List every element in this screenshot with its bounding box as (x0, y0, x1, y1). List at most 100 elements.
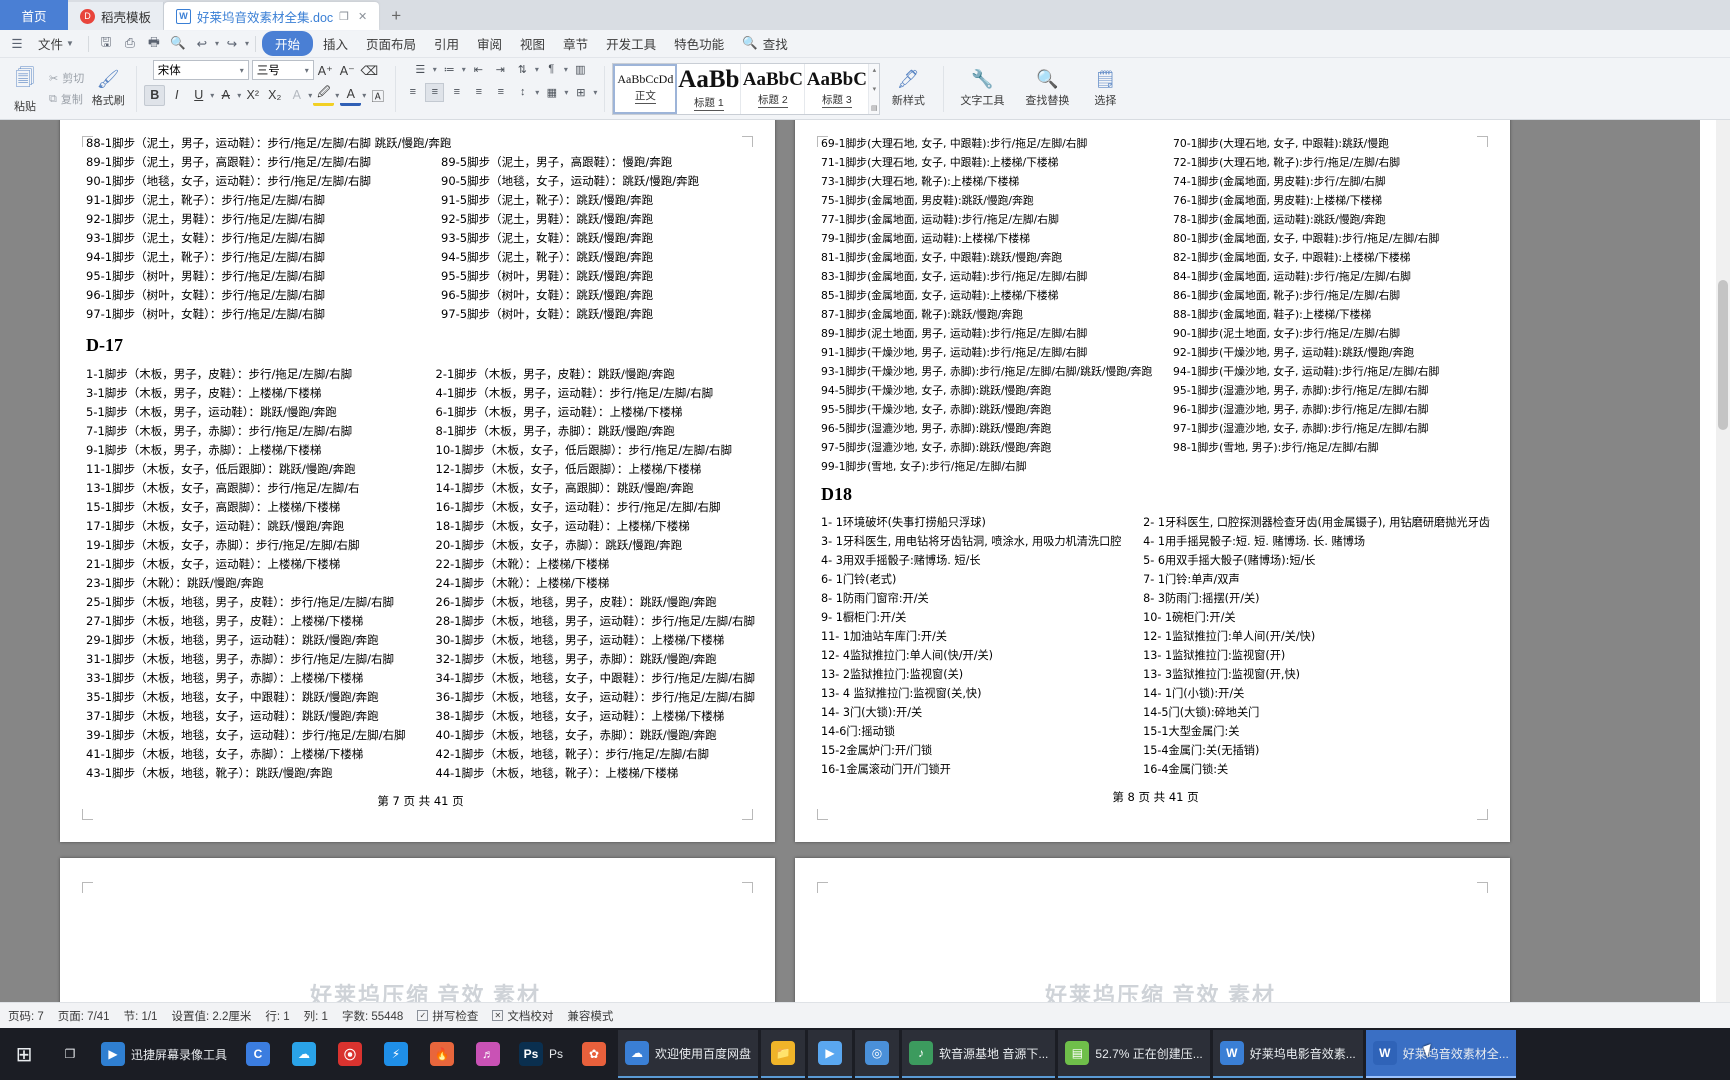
file-menu[interactable]: 文件 ▼ (30, 31, 82, 56)
pinyin-dropdown-icon[interactable]: ▾ (308, 91, 312, 100)
ruler-icon[interactable]: ▥ (571, 60, 590, 79)
print-preview-icon[interactable]: ⎙ (119, 34, 141, 54)
ribbon-tab-start[interactable]: 开始 (261, 31, 313, 56)
align-left-icon[interactable]: ≡ (403, 83, 422, 102)
taskbar-item-media-app[interactable]: ♬ (466, 1030, 510, 1078)
show-marks-icon[interactable]: ¶ (542, 60, 561, 79)
taskbar-item-hollywood-sound-doc[interactable]: W 好莱坞音效素材全... (1365, 1030, 1516, 1078)
underline-button[interactable]: U (188, 85, 209, 106)
taskbar-item-recorder-app[interactable]: ▶ 迅捷屏幕录像工具 (94, 1030, 234, 1078)
find-replace-button[interactable]: 🔍 查找替换 (1013, 61, 1081, 117)
tab-home[interactable]: 首页 (0, 0, 68, 30)
hamburger-icon[interactable]: ☰ (6, 34, 28, 54)
grow-font-button[interactable]: A⁺ (315, 60, 336, 81)
bold-button[interactable]: B (144, 84, 166, 106)
tab-docer-template[interactable]: D 稻壳模板 (68, 2, 165, 30)
taskbar-item-design-app[interactable]: ✿ (572, 1030, 616, 1078)
close-icon[interactable]: ✕ (358, 10, 367, 23)
strikethrough-dropdown-icon[interactable]: ▾ (237, 91, 241, 100)
text-box-button[interactable]: 🄰 (367, 85, 388, 106)
sort-icon[interactable]: ⇅ (513, 60, 532, 79)
styles-scroll[interactable]: ▴ ▾ ▤ (869, 63, 880, 114)
underline-dropdown-icon[interactable]: ▾ (210, 91, 214, 100)
align-center-icon[interactable]: ≡ (425, 82, 445, 102)
taskbar-item-hollywood-movie-sound[interactable]: W 好莱坞电影音效素... (1212, 1030, 1363, 1078)
decrease-indent-icon[interactable]: ⇤ (469, 60, 488, 79)
ribbon-tab-features[interactable]: 特色功能 (666, 31, 732, 56)
bullets-dropdown-icon[interactable]: ▾ (433, 65, 437, 74)
save-icon[interactable]: 🖫 (95, 34, 117, 54)
taskbar-item-sound-source-base[interactable]: ♪ 软音源基地 音源下... (902, 1030, 1056, 1078)
subscript-button[interactable]: X₂ (264, 85, 285, 106)
restore-icon[interactable]: ❐ (339, 10, 349, 23)
new-style-button[interactable]: 🖋 新样式 (880, 61, 936, 117)
shrink-font-button[interactable]: A⁻ (337, 60, 358, 81)
show-marks-dropdown-icon[interactable]: ▾ (564, 65, 568, 74)
ribbon-tab-insert[interactable]: 插入 (315, 31, 356, 56)
font-size-select[interactable]: 三号 ▾ (251, 60, 314, 80)
taskbar-item-compressing-window[interactable]: ▤ 52.7% 正在创建压... (1058, 1030, 1210, 1078)
line-spacing-dropdown-icon[interactable]: ▾ (535, 88, 539, 97)
font-family-select[interactable]: 宋体 ▾ (152, 60, 249, 80)
ribbon-tab-devtools[interactable]: 开发工具 (598, 31, 664, 56)
paste-button[interactable]: 🗐 粘贴 (4, 61, 46, 117)
copy-button[interactable]: ⧉ 复制 (46, 90, 87, 108)
ribbon-tab-section[interactable]: 章节 (555, 31, 596, 56)
italic-button[interactable]: I (166, 85, 187, 106)
proofread-toggle[interactable]: ✕ 文档校对 (492, 1008, 553, 1024)
font-color-button[interactable]: A (340, 85, 362, 106)
style-item-body[interactable]: AaBbCcDd 正文 (613, 63, 678, 114)
taskbar-item-baidu-netdisk[interactable]: ☁ 欢迎使用百度网盘 (618, 1030, 759, 1078)
cut-button[interactable]: ✂ 剪切 (46, 69, 87, 87)
document-page-8[interactable]: 69-1脚步(大理石地, 女子, 中跟鞋):步行/拖足/左脚/右脚 71-1脚步(… (795, 120, 1510, 842)
align-right-icon[interactable]: ≡ (447, 83, 466, 102)
redo-icon[interactable]: ↪ (221, 34, 243, 54)
document-page-7[interactable]: 88-1脚步（泥土，男子，运动鞋）：步行/拖足/左脚/右脚 跳跃/慢跑/奔跑 8… (60, 120, 775, 842)
taskbar-item-chrome-app[interactable]: C (236, 1030, 280, 1078)
document-canvas[interactable]: 88-1脚步（泥土，男子，运动鞋）：步行/拖足/左脚/右脚 跳跃/慢跑/奔跑 8… (0, 120, 1730, 1002)
document-page-9[interactable]: 好莱坞压缩 音效 素材 (60, 858, 775, 1002)
increase-indent-icon[interactable]: ⇥ (491, 60, 510, 79)
chevron-up-icon[interactable]: ▴ (873, 66, 877, 74)
scrollbar-thumb[interactable] (1718, 280, 1728, 430)
style-item-heading3[interactable]: AaBbC 标题 3 (805, 63, 870, 114)
font-color-dropdown-icon[interactable]: ▾ (362, 91, 366, 100)
spellcheck-toggle[interactable]: ✓ 拼写检查 (417, 1008, 478, 1024)
customize-qat-icon[interactable]: ▾ (245, 39, 249, 48)
shading-icon[interactable]: ▦ (542, 83, 561, 102)
borders-icon[interactable]: ⊞ (571, 83, 590, 102)
justify-icon[interactable]: ≡ (469, 83, 488, 102)
windows-start-icon[interactable]: ⊞ (2, 1030, 46, 1078)
taskbar-item-browser-window[interactable]: ◎ (855, 1030, 900, 1078)
ribbon-tab-pagelayout[interactable]: 页面布局 (358, 31, 424, 56)
taskbar-item-file-explorer[interactable]: 📁 (761, 1030, 806, 1078)
pinyin-guide-button[interactable]: A (286, 85, 307, 106)
style-item-heading2[interactable]: AaBbC 标题 2 (741, 63, 806, 114)
document-page-10[interactable]: 好莱坞压缩 音效 素材 (795, 858, 1510, 1002)
strikethrough-button[interactable]: A (215, 85, 236, 106)
taskbar-item-thunder-app[interactable]: ⚡ (374, 1030, 418, 1078)
search-box[interactable]: 🔍 查找 (734, 31, 796, 56)
borders-dropdown-icon[interactable]: ▾ (593, 88, 597, 97)
line-spacing-icon[interactable]: ↕ (513, 83, 532, 102)
taskbar-item-video-player[interactable]: ▶ (808, 1030, 853, 1078)
style-item-heading1[interactable]: AaBb 标题 1 (677, 63, 742, 114)
vertical-scrollbar[interactable] (1716, 120, 1730, 1002)
ribbon-tab-references[interactable]: 引用 (426, 31, 467, 56)
taskbar-item-fire-app[interactable]: 🔥 (420, 1030, 464, 1078)
numbering-icon[interactable]: ≔ (440, 60, 459, 79)
page-8-body[interactable]: 69-1脚步(大理石地, 女子, 中跟鞋):步行/拖足/左脚/右脚 71-1脚步(… (821, 134, 1490, 805)
highlight-button[interactable]: 🖉 (313, 85, 335, 106)
new-tab-button[interactable]: + (379, 2, 413, 30)
shading-dropdown-icon[interactable]: ▾ (564, 88, 568, 97)
bullets-icon[interactable]: ☰ (411, 60, 430, 79)
find-icon[interactable]: 🔍 (167, 34, 189, 54)
distribute-icon[interactable]: ≡ (491, 83, 510, 102)
ribbon-tab-view[interactable]: 视图 (512, 31, 553, 56)
taskbar-item-cloud-app[interactable]: ☁ (282, 1030, 326, 1078)
print-icon[interactable]: 🖶 (143, 34, 165, 54)
taskbar-item-wangyi-app[interactable]: ⦿ (328, 1030, 372, 1078)
highlight-dropdown-icon[interactable]: ▾ (335, 91, 339, 100)
task-view-icon[interactable]: ❐ (48, 1030, 92, 1078)
clear-format-icon[interactable]: ⌫ (359, 60, 380, 81)
